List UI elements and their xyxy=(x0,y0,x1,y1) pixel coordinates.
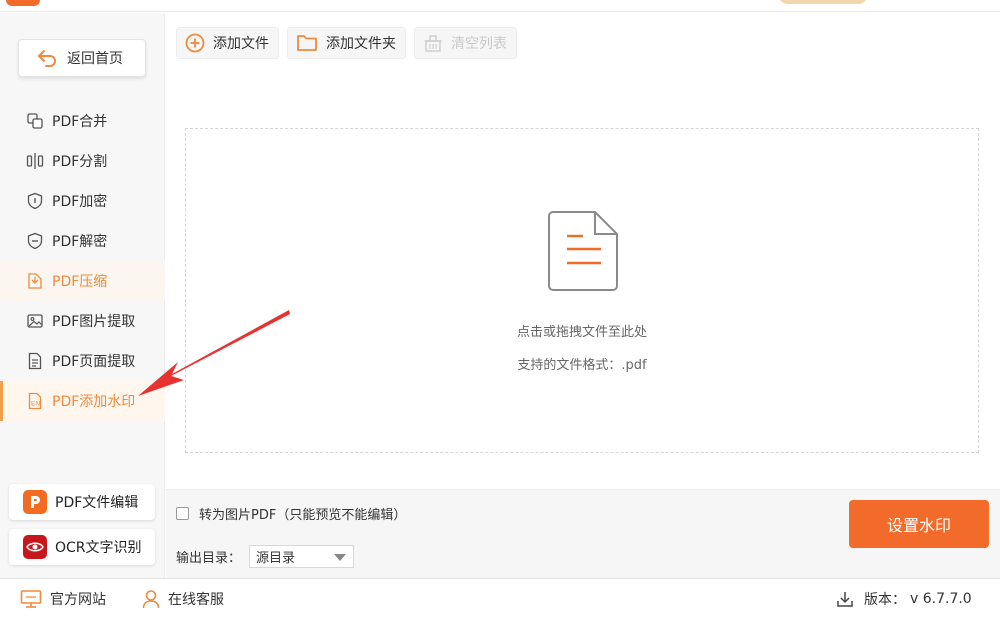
add-folder-button[interactable]: 添加文件夹 xyxy=(287,27,406,59)
tool-nav: PDF合并 PDF分割 PDF加密 PDF解密 PDF压缩 PDF图片提取 PD… xyxy=(0,101,165,421)
sidebar-item-label: PDF解密 xyxy=(52,234,108,250)
basket-icon xyxy=(424,35,442,52)
options-panel: 转为图片PDF（只能预览不能编辑） 输出目录： 源目录 设置水印 xyxy=(166,489,1000,578)
convert-label: 转为图片PDF（只能预览不能编辑） xyxy=(199,508,407,523)
sidebar: 返回首页 PDF合并 PDF分割 PDF加密 PDF解密 PDF压缩 PDF图片… xyxy=(0,13,165,578)
file-drop-zone[interactable]: 点击或拖拽文件至此处 支持的文件格式：.pdf xyxy=(185,128,979,453)
clear-list-button[interactable]: 清空列表 xyxy=(414,27,517,59)
sidebar-item-page-extract[interactable]: PDF页面提取 xyxy=(0,341,165,381)
ocr-tool[interactable]: OCR文字识别 xyxy=(9,529,155,565)
output-label: 输出目录： xyxy=(176,551,242,566)
document-icon xyxy=(548,211,618,291)
image-icon xyxy=(27,314,43,328)
chevron-down-icon xyxy=(334,554,347,561)
shield-unlock-icon xyxy=(27,232,43,250)
sidebar-item-label: PDF合并 xyxy=(52,114,108,130)
version-value: v 6.7.7.0 xyxy=(910,591,972,607)
add-file-label: 添加文件 xyxy=(213,36,269,52)
merge-icon xyxy=(27,113,43,129)
page-icon xyxy=(28,352,42,370)
folder-icon xyxy=(297,35,317,51)
watermark-icon: EN xyxy=(28,392,42,410)
sidebar-item-watermark[interactable]: EN PDF添加水印 xyxy=(0,381,165,421)
drop-hint: 点击或拖拽文件至此处 xyxy=(516,325,647,340)
sidebar-item-compress[interactable]: PDF压缩 xyxy=(0,261,165,301)
official-website-link[interactable]: 官方网站 xyxy=(20,589,106,609)
sidebar-item-image-extract[interactable]: PDF图片提取 xyxy=(0,301,165,341)
pdf-editor-label: PDF文件编辑 xyxy=(55,495,139,511)
home-button-label: 返回首页 xyxy=(67,51,123,67)
sidebar-item-split[interactable]: PDF分割 xyxy=(0,141,165,181)
sidebar-item-label: PDF图片提取 xyxy=(52,314,136,330)
sidebar-item-label: PDF页面提取 xyxy=(52,354,136,370)
plus-circle-icon xyxy=(185,33,205,53)
convert-option: 转为图片PDF（只能预览不能编辑） xyxy=(176,504,406,523)
add-file-button[interactable]: 添加文件 xyxy=(176,27,279,59)
convert-checkbox[interactable] xyxy=(176,507,189,520)
add-folder-label: 添加文件夹 xyxy=(326,36,396,52)
sidebar-item-label: PDF压缩 xyxy=(52,274,108,290)
output-row: 输出目录： 源目录 xyxy=(176,545,355,568)
set-watermark-button[interactable]: 设置水印 xyxy=(849,500,989,548)
svg-text:EN: EN xyxy=(31,401,40,408)
sidebar-item-encrypt[interactable]: PDF加密 xyxy=(0,181,165,221)
output-dir-value: 源目录 xyxy=(256,551,296,566)
download-icon xyxy=(837,592,853,607)
back-arrow-icon xyxy=(38,50,56,67)
online-support-label: 在线客服 xyxy=(168,592,224,608)
version-info: 版本： v 6.7.7.0 xyxy=(836,589,972,609)
monitor-icon xyxy=(20,590,42,608)
sidebar-item-decrypt[interactable]: PDF解密 xyxy=(0,221,165,261)
sidebar-item-label: PDF分割 xyxy=(52,154,108,170)
official-website-label: 官方网站 xyxy=(50,592,106,608)
shield-lock-icon xyxy=(27,192,43,210)
app-logo xyxy=(6,0,40,6)
pdf-editor-icon xyxy=(23,490,47,514)
sidebar-item-label: PDF加密 xyxy=(52,194,108,210)
version-label: 版本： xyxy=(864,592,906,608)
ocr-label: OCR文字识别 xyxy=(55,540,142,556)
sidebar-item-merge[interactable]: PDF合并 xyxy=(0,101,165,141)
supported-formats: 支持的文件格式：.pdf xyxy=(517,358,647,373)
clear-list-label: 清空列表 xyxy=(451,36,507,52)
output-dir-select[interactable]: 源目录 xyxy=(249,545,355,568)
pdf-editor-tool[interactable]: PDF文件编辑 xyxy=(9,484,155,520)
user-support-icon xyxy=(142,590,160,609)
title-bar xyxy=(0,0,1000,12)
top-pill-button[interactable] xyxy=(778,0,868,4)
compress-icon xyxy=(28,273,42,289)
sidebar-item-label: PDF添加水印 xyxy=(52,394,136,410)
ocr-eye-icon xyxy=(23,535,47,559)
toolbar: 添加文件 添加文件夹 清空列表 xyxy=(176,27,517,59)
online-support-link[interactable]: 在线客服 xyxy=(142,589,224,609)
home-button[interactable]: 返回首页 xyxy=(18,39,146,77)
split-icon xyxy=(26,153,44,169)
status-bar: 官方网站 在线客服 版本： v 6.7.7.0 xyxy=(0,578,1000,618)
